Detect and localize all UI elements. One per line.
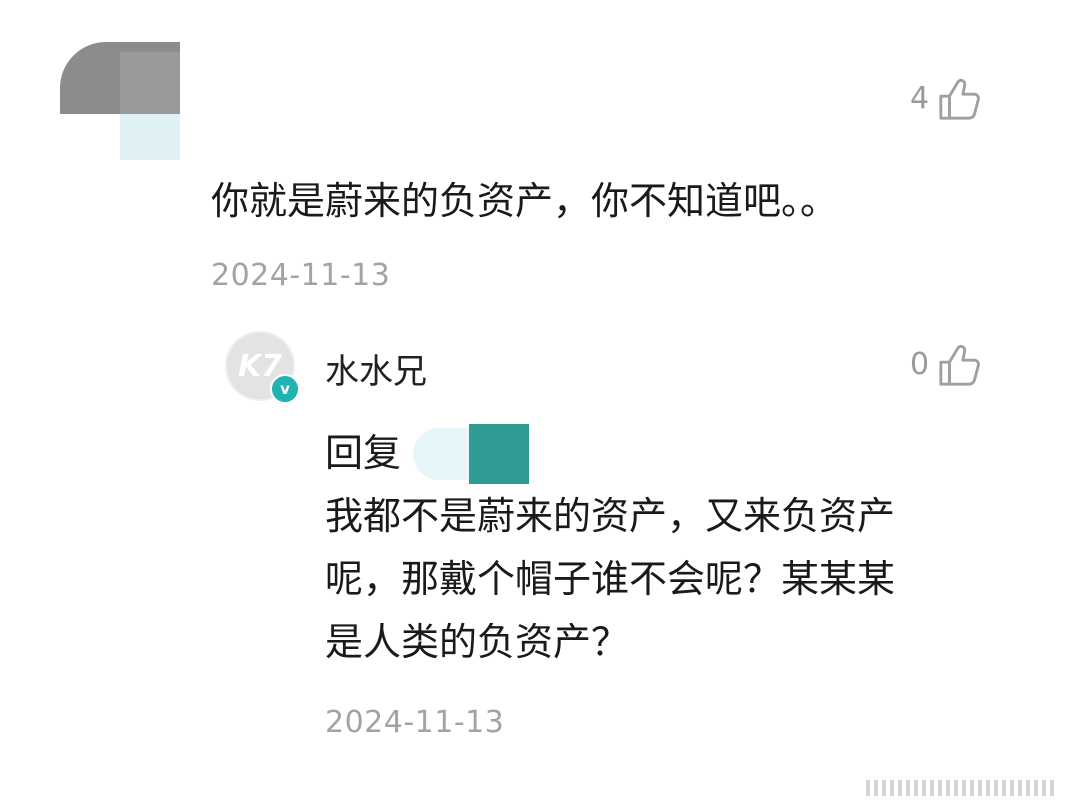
redacted-mention [413, 423, 531, 484]
thumbs-up-icon [939, 78, 980, 120]
redaction-block [120, 52, 180, 114]
watermark [866, 780, 1054, 796]
comment-like-button[interactable]: 4 [910, 76, 983, 122]
redacted-avatar [60, 42, 180, 160]
comment-text: 你就是蔚来的负资产，你不知道吧。。 [211, 179, 839, 223]
reply-text-line: 呢，那戴个帽子谁不会呢？某某某 [325, 557, 896, 601]
reply-like-button[interactable]: 0 [910, 342, 983, 388]
comment-date: 2024-11-13 [211, 258, 391, 293]
reply-text-line: 我都不是蔚来的资产，又来负资产 [325, 494, 896, 538]
like-count: 4 [910, 81, 930, 116]
reply-prefix-line: 回复 [325, 422, 1015, 485]
reply-author-name[interactable]: 水水兄 [325, 344, 427, 393]
like-count: 0 [910, 347, 930, 382]
reply-text-line: 是人类的负资产？ [325, 620, 630, 664]
reply-body: 回复 我都不是蔚来的资产，又来负资产 呢，那戴个帽子谁不会呢？某某某 是人类的负… [325, 422, 1015, 674]
reply-prefix: 回复 [325, 431, 402, 475]
verified-badge-icon: v [270, 374, 300, 404]
thumbs-up-icon [939, 344, 980, 386]
redaction-block [120, 114, 180, 160]
reply-date: 2024-11-13 [325, 705, 505, 740]
